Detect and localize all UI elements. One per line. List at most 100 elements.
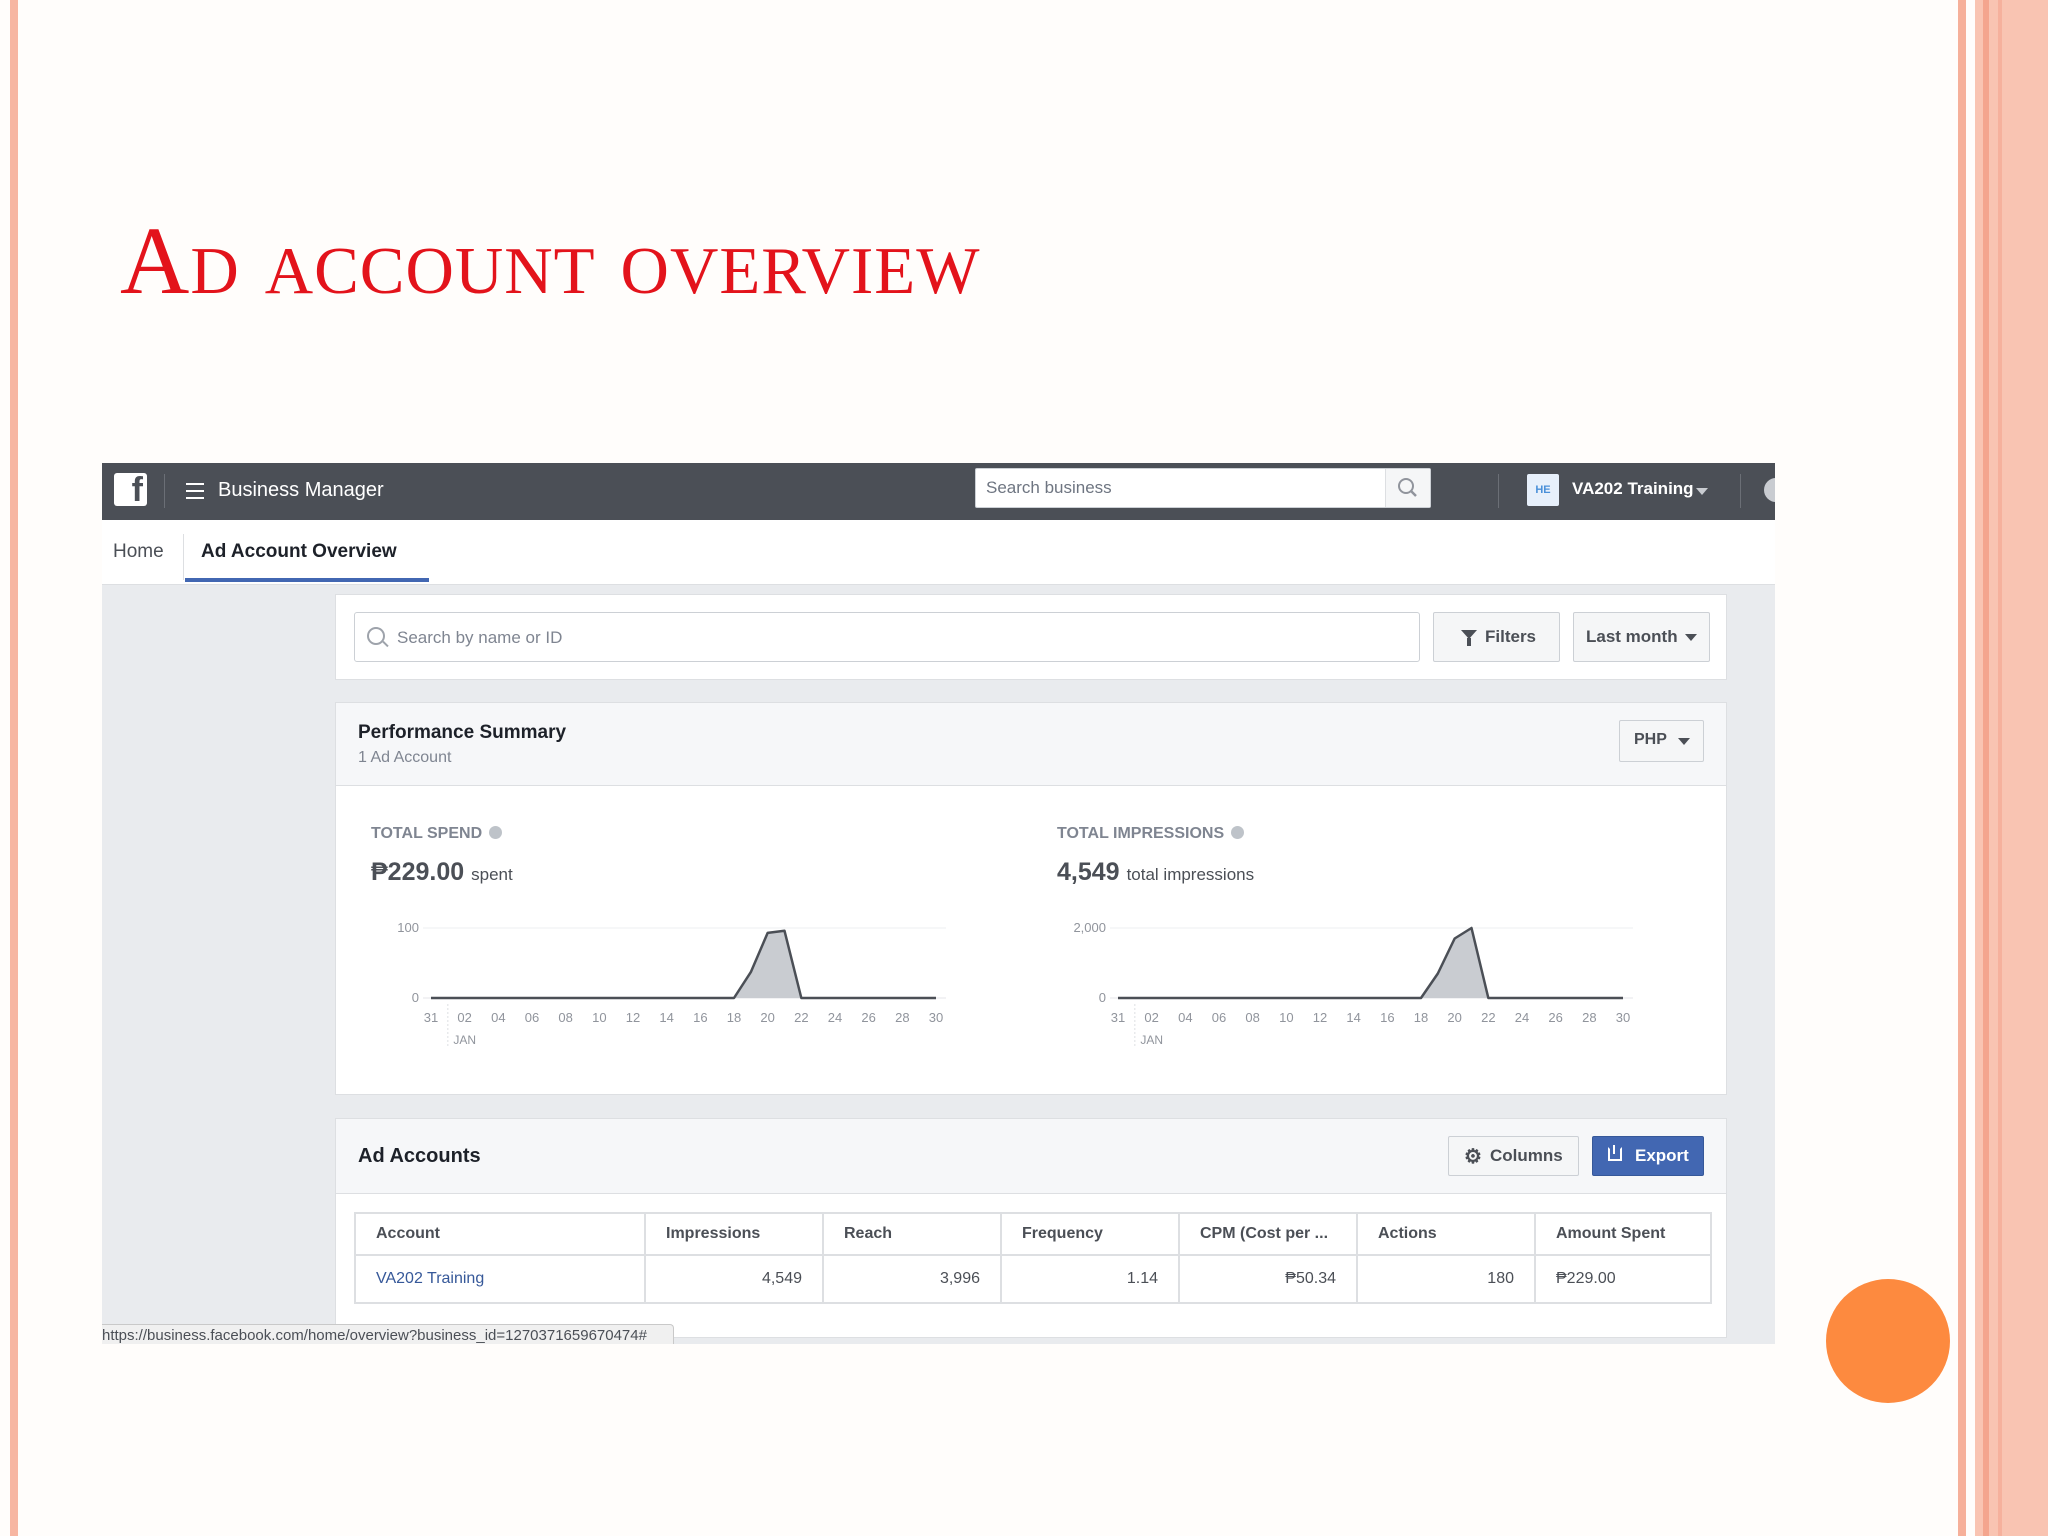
facebook-icon[interactable]: f (114, 471, 147, 509)
search-icon (1398, 478, 1417, 497)
panel-header: Ad Accounts ⚙ Columns Export (336, 1119, 1726, 1194)
date-range-dropdown[interactable]: Last month (1573, 612, 1710, 662)
tab-home[interactable]: Home (113, 541, 164, 563)
active-tab-indicator (185, 578, 429, 582)
filters-label: Filters (1485, 627, 1537, 646)
panel-title: Performance Summary (358, 722, 567, 743)
x-month-label: JAN (1140, 1033, 1163, 1047)
cell-impressions: 4,549 (644, 1254, 824, 1304)
column-header-frequency[interactable]: Frequency (1000, 1212, 1180, 1256)
series-area (431, 930, 936, 998)
search-button[interactable] (1385, 469, 1430, 507)
x-tick-label: 10 (1279, 1010, 1293, 1025)
top-bar: f Business Manager HE VA202 Training (102, 463, 1775, 520)
x-tick-label: 24 (1515, 1010, 1529, 1025)
panel-title: Ad Accounts (358, 1145, 481, 1167)
impressions-chart: 0 2,000 31 02 04 06 08 10 12 14 16 18 20 22 24 26 28 30 JA… (1073, 920, 1633, 1047)
app-title[interactable]: Business Manager (218, 479, 384, 502)
x-tick-label: 28 (1582, 1010, 1596, 1025)
x-month-label: JAN (453, 1033, 476, 1047)
currency-label: PHP (1634, 731, 1667, 748)
export-button[interactable]: Export (1592, 1136, 1704, 1176)
chevron-down-icon[interactable] (1696, 488, 1708, 495)
x-tick-label: 26 (861, 1010, 875, 1025)
column-header-amount-spent[interactable]: Amount Spent (1534, 1212, 1712, 1256)
column-header-account[interactable]: Account (354, 1212, 646, 1256)
chevron-down-icon (1678, 738, 1690, 745)
divider (1498, 474, 1499, 508)
x-tick-label: 26 (1548, 1010, 1562, 1025)
x-tick-label: 02 (1144, 1010, 1158, 1025)
cell-frequency: 1.14 (1000, 1254, 1180, 1304)
globe-icon[interactable] (1764, 478, 1775, 502)
x-tick-label: 12 (626, 1010, 640, 1025)
x-tick-label: 18 (1414, 1010, 1428, 1025)
spend-value: ₱229.00 (371, 858, 465, 886)
business-search-input[interactable] (976, 469, 1406, 507)
y-tick-label: 0 (412, 990, 419, 1005)
panel-header: Performance Summary 1 Ad Account PHP (336, 703, 1726, 786)
x-tick-label: 20 (760, 1010, 774, 1025)
impressions-value: 4,549 (1057, 858, 1120, 886)
x-tick-label: 10 (592, 1010, 606, 1025)
cell-amount-spent: ₱229.00 (1534, 1254, 1712, 1304)
x-tick-label: 06 (1212, 1010, 1226, 1025)
y-tick-label: 2,000 (1073, 920, 1106, 935)
column-header-reach[interactable]: Reach (822, 1212, 1002, 1256)
divider (164, 474, 165, 508)
spend-metric-label: TOTAL SPEND (371, 825, 503, 843)
filter-panel: Filters Last month (335, 594, 1727, 680)
columns-button[interactable]: ⚙ Columns (1448, 1136, 1579, 1176)
cell-cpm: ₱50.34 (1178, 1254, 1358, 1304)
download-icon (1608, 1145, 1622, 1161)
column-header-cpm[interactable]: CPM (Cost per ... (1178, 1212, 1358, 1256)
slide-right-stripe (1998, 0, 2002, 1536)
spend-label: TOTAL SPEND (371, 825, 483, 842)
account-link[interactable]: VA202 Training (354, 1254, 646, 1304)
divider (183, 534, 184, 580)
ad-accounts-table: Account Impressions Reach Frequency CPM … (354, 1212, 1712, 1304)
series-line (431, 929, 936, 1000)
hamburger-icon[interactable] (186, 483, 204, 499)
slide-title: Ad account overview (120, 207, 981, 314)
info-icon[interactable] (1231, 826, 1245, 839)
spend-metric-value: ₱229.00 spent (371, 858, 513, 887)
business-switcher[interactable]: VA202 Training (1572, 479, 1694, 499)
name-search (354, 612, 1420, 663)
currency-dropdown[interactable]: PHP (1619, 720, 1704, 762)
x-tick-label: 14 (659, 1010, 673, 1025)
x-tick-label: 14 (1346, 1010, 1360, 1025)
x-tick-label: 18 (727, 1010, 741, 1025)
x-tick-label: 08 (1245, 1010, 1259, 1025)
filters-button[interactable]: Filters (1433, 612, 1560, 662)
x-tick-label: 31 (1111, 1010, 1125, 1025)
cell-actions: 180 (1356, 1254, 1536, 1304)
chevron-down-icon (1685, 634, 1697, 641)
spend-unit: spent (471, 865, 513, 884)
screenshot-frame: f Business Manager HE VA202 Training Hom… (102, 463, 1775, 1344)
x-tick-label: 08 (558, 1010, 572, 1025)
panel-subtitle: 1 Ad Account (358, 749, 452, 766)
x-tick-label: 30 (1616, 1010, 1630, 1025)
filter-icon (1461, 630, 1477, 646)
column-header-actions[interactable]: Actions (1356, 1212, 1536, 1256)
x-tick-label: 28 (895, 1010, 909, 1025)
divider (1740, 474, 1741, 508)
tab-bar: Home Ad Account Overview (102, 520, 1775, 585)
column-header-impressions[interactable]: Impressions (644, 1212, 824, 1256)
cell-reach: 3,996 (822, 1254, 1002, 1304)
tab-ad-account-overview[interactable]: Ad Account Overview (201, 541, 397, 563)
business-avatar[interactable]: HE (1527, 474, 1559, 506)
x-tick-label: 24 (828, 1010, 842, 1025)
table-row: VA202 Training 4,549 3,996 1.14 ₱50.34 1… (354, 1254, 1712, 1304)
impressions-metric-label: TOTAL IMPRESSIONS (1057, 825, 1245, 843)
x-tick-label: 04 (1178, 1010, 1192, 1025)
x-tick-label: 31 (424, 1010, 438, 1025)
x-tick-label: 20 (1447, 1010, 1461, 1025)
info-icon[interactable] (489, 826, 503, 839)
y-tick-label: 100 (397, 920, 419, 935)
series-area (1118, 928, 1623, 998)
search-input[interactable] (395, 613, 1409, 663)
columns-label: Columns (1490, 1146, 1563, 1165)
impressions-unit: total impressions (1126, 865, 1255, 884)
